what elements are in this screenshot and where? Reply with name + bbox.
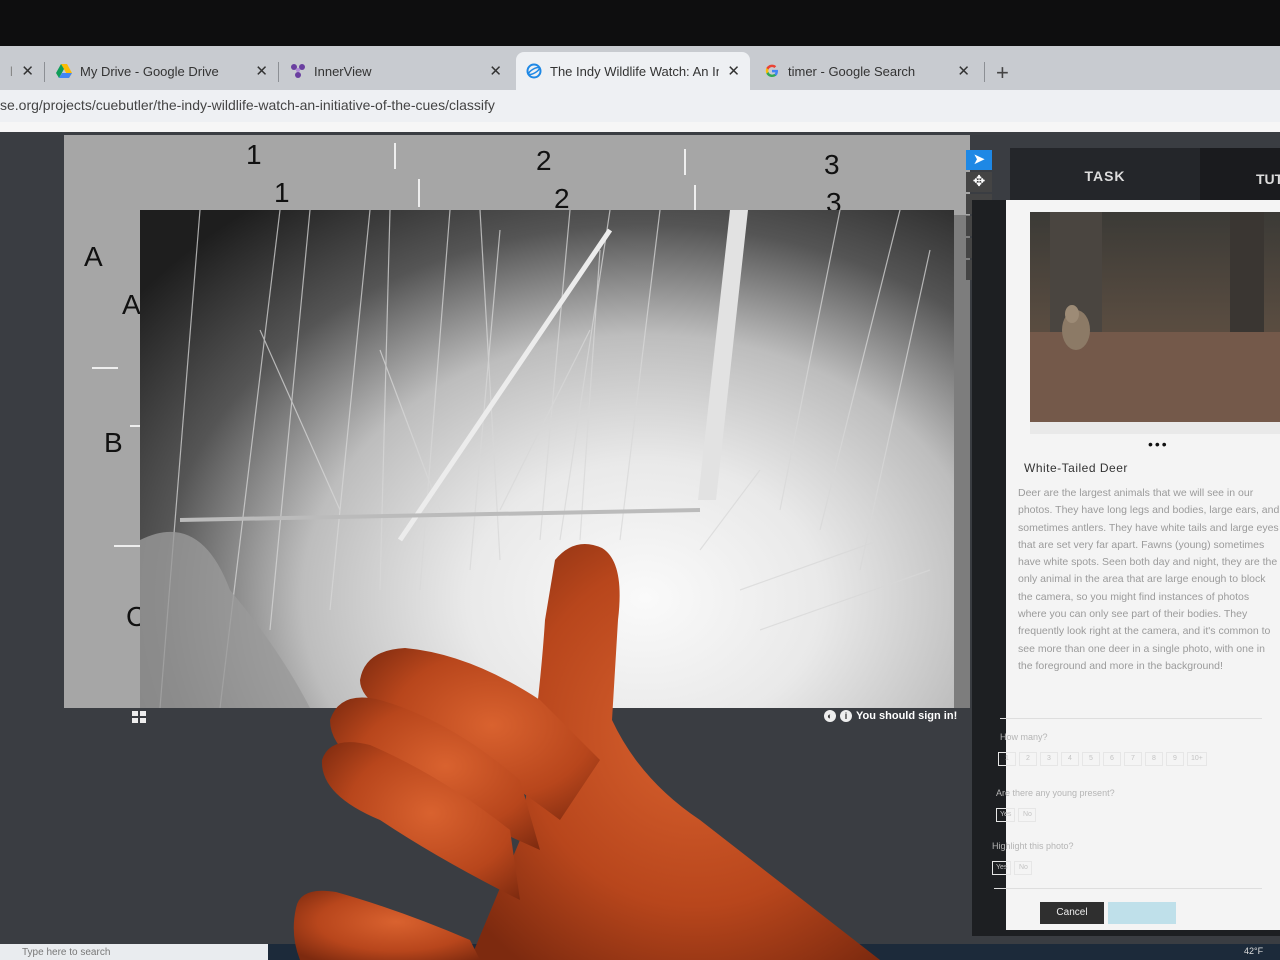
new-tab-button[interactable]: + [996,60,1009,86]
tab-google-drive[interactable]: My Drive - Google Drive ✕ [46,52,278,90]
identify-button[interactable] [1108,902,1176,924]
grid-tick [684,149,686,175]
contrast-icon[interactable]: ◐ [824,710,836,722]
grid-tick [694,185,696,213]
pointer-icon[interactable]: ➤ [966,150,992,170]
browser-tab-strip: lar ✕ My Drive - Google Drive ✕ InnerVie… [0,46,1280,90]
question-highlight: Highlight this photo? [992,841,1074,851]
grid-column-label: 1 [274,177,290,208]
young-options: Yes No [996,808,1037,822]
address-bar[interactable]: se.org/projects/cuebutler/the-indy-wildl… [0,90,1280,122]
highlight-options: Yes No [992,861,1033,875]
trail-camera-photo[interactable] [140,210,954,708]
count-option[interactable]: 2 [1019,752,1037,766]
grid-tick [418,179,420,207]
count-option[interactable]: 10+ [1187,752,1207,766]
tab-google-search[interactable]: timer - Google Search ✕ [754,52,980,90]
image-viewer[interactable]: 1 2 3 1 2 3 A B C A B C [64,135,970,712]
info-icon[interactable]: i [840,710,852,722]
divider [1000,718,1262,719]
tab-title: timer - Google Search [788,63,916,79]
thumbnail-caption-bar [1030,422,1280,434]
count-option[interactable]: 7 [1124,752,1142,766]
count-option[interactable]: 1 [998,752,1016,766]
tab-title: The Indy Wildlife Watch: An Initia [550,63,720,79]
tab-tutorial[interactable]: TUT [1200,148,1280,200]
count-option[interactable]: 4 [1061,752,1079,766]
tab-separator [44,62,45,82]
monitor-bezel [0,0,1280,46]
grid-row-label: B [104,427,123,458]
tab-title: lar [10,63,13,79]
close-icon[interactable]: ✕ [21,62,34,80]
sign-in-notice[interactable]: ◐ i You should sign in! [824,710,957,722]
innerview-icon [290,63,306,79]
count-option[interactable]: 6 [1103,752,1121,766]
tab-title: InnerView [314,63,372,79]
close-icon[interactable]: ✕ [727,62,740,80]
tab-separator [278,62,279,82]
animal-name: White-Tailed Deer [1024,461,1128,475]
grid-column-label: 3 [824,149,840,180]
grid-tick [92,367,118,369]
close-icon[interactable]: ✕ [489,62,502,80]
google-icon [764,63,780,79]
taskbar-search[interactable]: Type here to search [0,944,268,960]
animal-description: Deer are the largest animals that we wil… [1018,487,1280,672]
grid-row-label: A [84,241,103,272]
sign-in-text: You should sign in! [856,710,958,722]
deer-partial [140,531,310,708]
tab-separator [984,62,985,82]
tab-title: My Drive - Google Drive [80,63,219,79]
monitor-screen: lar ✕ My Drive - Google Drive ✕ InnerVie… [0,0,1280,960]
grid-row-label: A [122,289,141,320]
divider [994,888,1262,889]
grid-column-label: 1 [246,139,262,170]
weather-temperature: 42°F [1244,946,1264,956]
yes-option[interactable]: Yes [992,861,1012,875]
question-how-many: How many? [1000,732,1048,742]
tab-innerview[interactable]: InnerView ✕ [280,52,512,90]
close-icon[interactable]: ✕ [957,62,970,80]
tab-indy-wildlife-watch[interactable]: The Indy Wildlife Watch: An Initia ✕ [516,52,750,90]
cancel-button[interactable]: Cancel [1040,902,1104,924]
grid-column-label: 2 [536,145,552,176]
no-option[interactable]: No [1018,808,1037,822]
move-icon[interactable]: ✥ [966,172,992,192]
example-deer-photo [1030,212,1280,422]
tab-0[interactable]: lar ✕ [0,52,44,90]
count-option[interactable]: 8 [1145,752,1163,766]
google-drive-icon [56,63,72,79]
grid-icon[interactable] [132,710,146,723]
count-option[interactable]: 9 [1166,752,1184,766]
close-icon[interactable]: ✕ [255,62,268,80]
tab-task[interactable]: TASK [1010,148,1200,200]
how-many-options: 1 2 3 4 5 6 7 8 9 10+ [998,752,1207,766]
grid-tick [114,545,140,547]
grid-tick [394,143,396,169]
page-header-strip [0,122,1280,132]
tree-trunk [698,210,748,500]
yes-option[interactable]: Yes [996,808,1016,822]
night-forest-scene [140,210,931,708]
no-option[interactable]: No [1014,861,1033,875]
question-young-present: Are there any young present? [996,788,1115,798]
url-text[interactable]: se.org/projects/cuebutler/the-indy-wildl… [0,97,495,113]
carousel-dots[interactable]: ••• [1148,436,1169,452]
count-option[interactable]: 5 [1082,752,1100,766]
count-option[interactable]: 3 [1040,752,1058,766]
zooniverse-icon [526,63,542,79]
